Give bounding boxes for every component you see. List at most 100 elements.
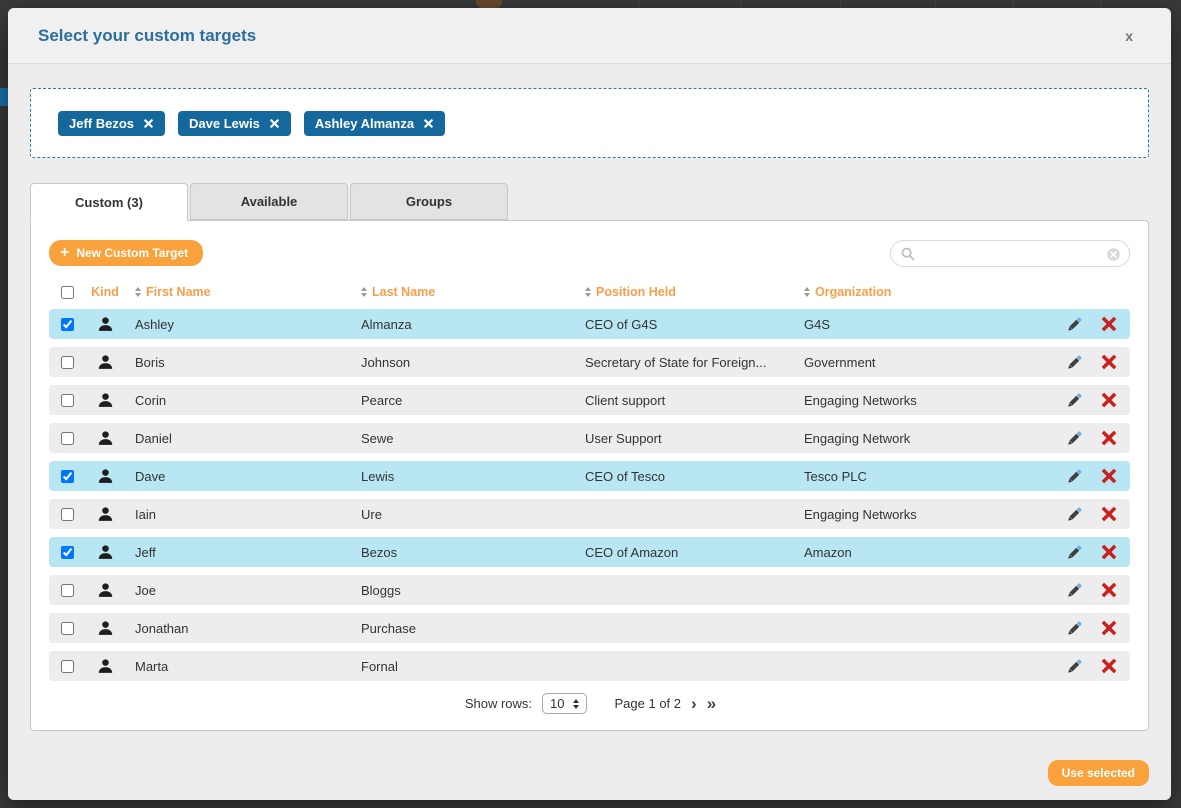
use-selected-button[interactable]: Use selected xyxy=(1048,760,1149,786)
selected-target-chip[interactable]: Dave Lewis xyxy=(178,111,291,136)
delete-icon[interactable] xyxy=(1100,581,1118,599)
column-first-name[interactable]: First Name xyxy=(125,285,351,299)
edit-icon[interactable] xyxy=(1065,543,1084,562)
column-position-held[interactable]: Position Held xyxy=(575,285,794,299)
remove-chip-icon[interactable] xyxy=(269,118,280,129)
row-checkbox[interactable] xyxy=(61,508,74,521)
cell-last-name: Sewe xyxy=(351,431,575,446)
delete-icon[interactable] xyxy=(1100,467,1118,485)
tab-label: Custom (3) xyxy=(75,195,143,210)
tab[interactable]: Groups xyxy=(350,183,508,220)
row-checkbox[interactable] xyxy=(61,546,74,559)
row-checkbox[interactable] xyxy=(61,356,74,369)
tab-bar: Custom (3) Available Groups xyxy=(30,183,1149,220)
table-row[interactable]: Jeff Bezos CEO of Amazon Amazon xyxy=(49,537,1130,567)
background-fragment xyxy=(0,88,8,106)
edit-icon[interactable] xyxy=(1065,315,1084,334)
edit-icon[interactable] xyxy=(1065,429,1084,448)
edit-icon[interactable] xyxy=(1065,619,1084,638)
cell-first-name: Ashley xyxy=(125,317,351,332)
sort-icon[interactable] xyxy=(135,287,141,297)
close-icon[interactable]: x xyxy=(1117,24,1141,48)
person-icon xyxy=(97,392,114,409)
column-last-name[interactable]: Last Name xyxy=(351,285,575,299)
pagination: Show rows: 10 Page 1 of 2 › » xyxy=(49,693,1130,714)
table-row[interactable]: Ashley Almanza CEO of G4S G4S xyxy=(49,309,1130,339)
edit-icon[interactable] xyxy=(1065,581,1084,600)
table-row[interactable]: Dave Lewis CEO of Tesco Tesco PLC xyxy=(49,461,1130,491)
selected-target-chip[interactable]: Jeff Bezos xyxy=(58,111,165,136)
rows-per-page-select[interactable]: 10 xyxy=(542,693,586,714)
row-checkbox[interactable] xyxy=(61,584,74,597)
edit-icon[interactable] xyxy=(1065,353,1084,372)
cell-last-name: Bezos xyxy=(351,545,575,560)
cell-organization: Amazon xyxy=(794,545,1044,560)
table-row[interactable]: Daniel Sewe User Support Engaging Networ… xyxy=(49,423,1130,453)
delete-icon[interactable] xyxy=(1100,429,1118,447)
sort-icon[interactable] xyxy=(361,287,367,297)
new-custom-target-button[interactable]: + New Custom Target xyxy=(49,240,203,266)
column-kind[interactable]: Kind xyxy=(85,285,125,299)
table-row[interactable]: Jonathan Purchase xyxy=(49,613,1130,643)
person-icon xyxy=(97,582,114,599)
row-checkbox[interactable] xyxy=(61,432,74,445)
cell-last-name: Almanza xyxy=(351,317,575,332)
remove-chip-icon[interactable] xyxy=(143,118,154,129)
cell-last-name: Purchase xyxy=(351,621,575,636)
cell-organization: G4S xyxy=(794,317,1044,332)
next-page-icon[interactable]: › xyxy=(691,695,697,712)
edit-icon[interactable] xyxy=(1065,657,1084,676)
delete-icon[interactable] xyxy=(1100,353,1118,371)
row-checkbox[interactable] xyxy=(61,318,74,331)
stepper-icon xyxy=(573,699,579,709)
cell-first-name: Corin xyxy=(125,393,351,408)
row-checkbox[interactable] xyxy=(61,470,74,483)
delete-icon[interactable] xyxy=(1100,657,1118,675)
edit-icon[interactable] xyxy=(1065,467,1084,486)
cell-last-name: Bloggs xyxy=(351,583,575,598)
table-row[interactable]: Joe Bloggs xyxy=(49,575,1130,605)
edit-icon[interactable] xyxy=(1065,391,1084,410)
table-row[interactable]: Boris Johnson Secretary of State for For… xyxy=(49,347,1130,377)
selected-target-chip[interactable]: Ashley Almanza xyxy=(304,111,445,136)
row-checkbox[interactable] xyxy=(61,394,74,407)
cell-position-held: Client support xyxy=(575,393,794,408)
delete-icon[interactable] xyxy=(1100,315,1118,333)
last-page-icon[interactable]: » xyxy=(707,695,714,712)
tab[interactable]: Available xyxy=(190,183,348,220)
sort-icon[interactable] xyxy=(804,287,810,297)
table-header: Kind First Name Last Name Position Held … xyxy=(49,281,1130,303)
column-label: Position Held xyxy=(596,285,676,299)
column-organization[interactable]: Organization xyxy=(794,285,1044,299)
cell-position-held: User Support xyxy=(575,431,794,446)
column-label: Organization xyxy=(815,285,891,299)
delete-icon[interactable] xyxy=(1100,619,1118,637)
table-row[interactable]: Marta Fornal xyxy=(49,651,1130,681)
delete-icon[interactable] xyxy=(1100,391,1118,409)
cell-first-name: Daniel xyxy=(125,431,351,446)
clear-search-icon[interactable] xyxy=(1106,247,1121,262)
tab-label: Available xyxy=(241,194,298,209)
cell-organization: Engaging Network xyxy=(794,431,1044,446)
cell-first-name: Joe xyxy=(125,583,351,598)
row-checkbox[interactable] xyxy=(61,622,74,635)
table-row[interactable]: Corin Pearce Client support Engaging Net… xyxy=(49,385,1130,415)
row-checkbox[interactable] xyxy=(61,660,74,673)
person-icon xyxy=(97,354,114,371)
select-all-checkbox[interactable] xyxy=(61,286,74,299)
delete-icon[interactable] xyxy=(1100,505,1118,523)
cell-first-name: Jeff xyxy=(125,545,351,560)
tab[interactable]: Custom (3) xyxy=(30,183,188,221)
delete-icon[interactable] xyxy=(1100,543,1118,561)
search-input[interactable] xyxy=(921,246,1101,261)
sort-icon[interactable] xyxy=(585,287,591,297)
rows-per-page-value: 10 xyxy=(550,696,564,711)
modal-footer: Use selected xyxy=(8,746,1171,800)
edit-icon[interactable] xyxy=(1065,505,1084,524)
remove-chip-icon[interactable] xyxy=(423,118,434,129)
table-row[interactable]: Iain Ure Engaging Networks xyxy=(49,499,1130,529)
show-rows-label: Show rows: xyxy=(465,696,532,711)
cell-organization: Tesco PLC xyxy=(794,469,1044,484)
page-indicator: Page 1 of 2 xyxy=(615,696,682,711)
modal-body: Jeff Bezos Dave Lewis xyxy=(8,64,1171,731)
